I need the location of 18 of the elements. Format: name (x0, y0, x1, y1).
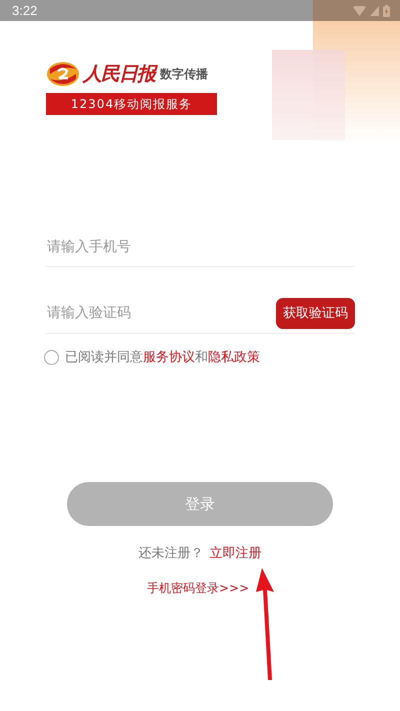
password-login-link[interactable]: 手机密码登录>>> (147, 580, 250, 597)
phone-field[interactable]: 请输入手机号 (45, 238, 249, 256)
agreement-text: 已阅读并同意服务协议和隐私政策 (65, 349, 260, 366)
brand-name: 人民日报 (83, 61, 155, 87)
register-link[interactable]: 立即注册 (210, 546, 262, 561)
signal-icon (370, 6, 379, 16)
get-code-button[interactable]: 获取验证码 (276, 298, 355, 328)
service-banner: 12304移动阅报服务 (46, 93, 217, 115)
brand-subtitle: 数字传播 (160, 66, 208, 82)
policy-link[interactable]: 隐私政策 (208, 350, 260, 365)
register-text: 还未注册？ 立即注册 (138, 545, 262, 562)
emblem-icon (46, 61, 80, 87)
wifi-icon (353, 6, 366, 16)
battery-icon (383, 4, 390, 16)
policy-link[interactable]: 服务协议 (143, 350, 195, 365)
agreement-checkbox[interactable] (44, 350, 59, 364)
status-time: 3:22 (12, 3, 38, 18)
code-field[interactable]: 请输入验证码 (45, 304, 249, 322)
